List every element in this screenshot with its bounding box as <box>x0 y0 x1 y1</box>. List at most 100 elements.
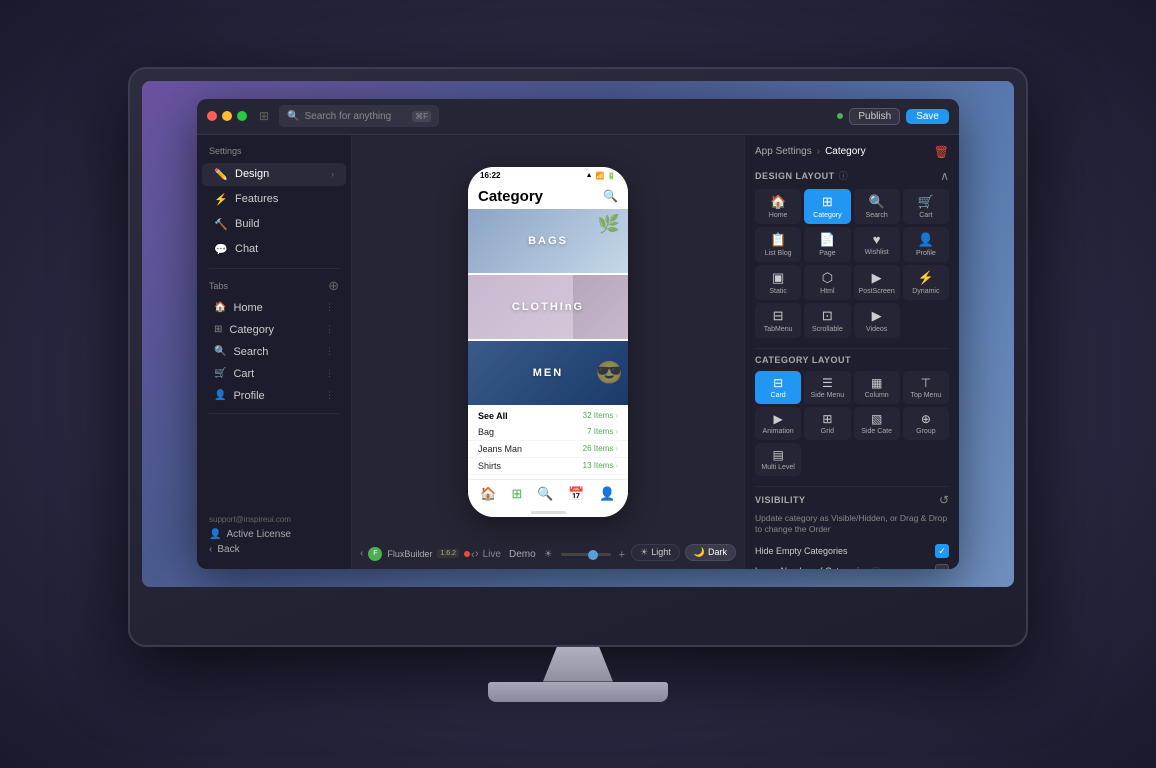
breadcrumb-parent[interactable]: App Settings <box>755 146 812 157</box>
features-icon: ⚡ <box>214 193 228 206</box>
cat-layout-sidemenu-item[interactable]: ☰ Side Menu <box>804 371 850 404</box>
cat-layout-topmenu-item[interactable]: ⊤ Top Menu <box>903 371 949 404</box>
back-icon: ‹ <box>209 544 212 555</box>
layout-tabmenu-item[interactable]: ⊟ TabMenu <box>755 303 801 338</box>
cat-sidemenu-icon: ☰ <box>822 376 833 390</box>
sidebar-item-chat[interactable]: 💬 Chat <box>202 238 346 261</box>
cat-layout-grid-item[interactable]: ⊞ Grid <box>804 407 850 440</box>
cat-multilevel-label: Multi Level <box>761 464 794 471</box>
layout-wishlist-icon: ♥ <box>873 232 881 247</box>
layout-static-item[interactable]: ▣ Static <box>755 265 801 300</box>
design-layout-info-icon: ⓘ <box>839 169 848 182</box>
home-tab-icon: 🏠 <box>214 302 226 313</box>
tabs-add-icon[interactable]: ⊕ <box>328 278 339 294</box>
cat-group-label: Group <box>916 428 935 435</box>
layout-cart-item[interactable]: 🛒 Cart <box>903 189 949 224</box>
sidebar-tab-home[interactable]: 🏠 Home ⋮ <box>202 298 346 318</box>
cat-row-shirts: Shirts 13 Items › <box>468 458 628 475</box>
layout-search-item[interactable]: 🔍 Search <box>854 189 900 224</box>
flux-arrow-icon: ‹ <box>360 548 363 559</box>
large-number-label: Large Number of Categories <box>755 566 869 568</box>
search-bar[interactable]: 🔍 Search for anything ⌘F <box>279 105 439 127</box>
cat-layout-animation-item[interactable]: ▶ Animation <box>755 407 801 440</box>
category-card-clothing[interactable]: CLOTHInG <box>468 275 628 339</box>
active-license-link[interactable]: 👤 Active License <box>209 529 339 540</box>
bags-label: BAGS <box>528 235 568 247</box>
nav-category-icon[interactable]: ⊞ <box>511 486 522 502</box>
layout-home-item[interactable]: 🏠 Home <box>755 189 801 224</box>
cat-topmenu-label: Top Menu <box>911 392 942 399</box>
cart-tab-label: Cart <box>233 368 318 380</box>
category-card-bags[interactable]: 🌿 BAGS <box>468 209 628 273</box>
dark-theme-button[interactable]: 🌙 Dark <box>685 544 736 561</box>
nav-search-icon[interactable]: 🔍 <box>537 486 553 502</box>
category-card-men[interactable]: 😎 MEN <box>468 341 628 405</box>
sidebar-tab-profile[interactable]: 👤 Profile ⋮ <box>202 386 346 406</box>
sidebar-tab-search[interactable]: 🔍 Search ⋮ <box>202 342 346 362</box>
light-theme-button[interactable]: ☀ Light <box>631 544 680 561</box>
layout-category-item[interactable]: ⊞ Category <box>804 189 850 224</box>
close-button[interactable] <box>207 111 217 121</box>
cat-layout-column-item[interactable]: ▦ Column <box>854 371 900 404</box>
sidebar-item-features[interactable]: ⚡ Features <box>202 188 346 211</box>
large-number-checkbox[interactable] <box>935 564 949 568</box>
cat-jeans-name: Jeans Man <box>478 444 522 454</box>
layout-page-item[interactable]: 📄 Page <box>804 227 850 262</box>
layout-dynamic-item[interactable]: ⚡ Dynamic <box>903 265 949 300</box>
sidebar-bottom: support@inspireui.com 👤 Active License ‹… <box>197 509 351 561</box>
layout-scrollable-item[interactable]: ⊡ Scrollable <box>804 303 850 338</box>
home-indicator <box>531 511 566 514</box>
minimize-button[interactable] <box>222 111 232 121</box>
maximize-button[interactable] <box>237 111 247 121</box>
flux-forward-icon[interactable]: › <box>475 548 479 560</box>
preview-plus-icon[interactable]: + <box>619 549 625 561</box>
hide-empty-label: Hide Empty Categories <box>755 546 848 556</box>
publish-button[interactable]: Publish <box>849 108 900 125</box>
layout-html-label: Html <box>820 288 834 295</box>
category-layout-header: CATEGORY LAYOUT <box>755 355 949 365</box>
stand-base <box>488 682 668 702</box>
layout-listblog-item[interactable]: 📋 List Blog <box>755 227 801 262</box>
category-layout-grid-1: ⊟ Card ☰ Side Menu ▦ Column <box>755 371 949 404</box>
sidebar-tab-cart[interactable]: 🛒 Cart ⋮ <box>202 364 346 384</box>
zoom-slider[interactable] <box>561 553 611 556</box>
battery-icon: 🔋 <box>607 172 616 180</box>
cat-layout-sidecate-item[interactable]: ▧ Side Cate <box>854 407 900 440</box>
large-number-label-group: Large Number of Categories ⓘ <box>755 565 881 569</box>
cat-layout-multilevel-item[interactable]: ▤ Multi Level <box>755 443 801 476</box>
sidebar-tab-category[interactable]: ⊞ Category ⋮ <box>202 320 346 340</box>
phone-search-icon[interactable]: 🔍 <box>603 189 618 203</box>
sidebar-item-design[interactable]: ✏️ Design › <box>202 163 346 186</box>
tabs-label: Tabs <box>209 281 228 291</box>
cat-layout-group-item[interactable]: ⊕ Group <box>903 407 949 440</box>
visibility-refresh-icon[interactable]: ↺ <box>939 493 949 507</box>
layout-postscreen-item[interactable]: ▶ PostScreen <box>854 265 900 300</box>
design-layout-grid-2: 📋 List Blog 📄 Page ♥ Wishlist <box>755 227 949 262</box>
layout-videos-item[interactable]: ▶ Videos <box>854 303 900 338</box>
delete-icon[interactable]: 🗑 <box>934 145 949 159</box>
nav-home-icon[interactable]: 🏠 <box>480 486 496 502</box>
titlebar: ⊞ 🔍 Search for anything ⌘F Publish Save <box>197 99 959 135</box>
layout-profile-item[interactable]: 👤 Profile <box>903 227 949 262</box>
sidebar-item-build[interactable]: 🔨 Build <box>202 213 346 236</box>
save-button[interactable]: Save <box>906 109 949 124</box>
nav-profile-icon[interactable]: 👤 <box>599 486 615 502</box>
nav-calendar-icon[interactable]: 📅 <box>568 486 584 502</box>
layout-postscreen-label: PostScreen <box>859 288 895 295</box>
light-label: Light <box>651 547 671 557</box>
category-tab-dots: ⋮ <box>325 324 334 335</box>
category-tab-icon: ⊞ <box>214 324 222 335</box>
layout-wishlist-item[interactable]: ♥ Wishlist <box>854 227 900 262</box>
see-all-meta: 32 Items › <box>583 411 618 420</box>
search-shortcut: ⌘F <box>412 111 431 122</box>
cat-layout-card-item[interactable]: ⊟ Card <box>755 371 801 404</box>
cart-tab-icon: 🛒 <box>214 368 226 379</box>
theme-controls: ☀ Light 🌙 Dark <box>631 544 736 561</box>
layout-html-item[interactable]: ⬡ Html <box>804 265 850 300</box>
cat-topmenu-icon: ⊤ <box>921 376 931 390</box>
back-link[interactable]: ‹ Back <box>209 544 339 555</box>
layout-scrollable-icon: ⊡ <box>822 308 833 324</box>
hide-empty-checkbox[interactable]: ✓ <box>935 544 949 558</box>
see-all-text[interactable]: See All <box>478 411 508 421</box>
design-layout-collapse-icon[interactable]: ∧ <box>940 169 949 183</box>
